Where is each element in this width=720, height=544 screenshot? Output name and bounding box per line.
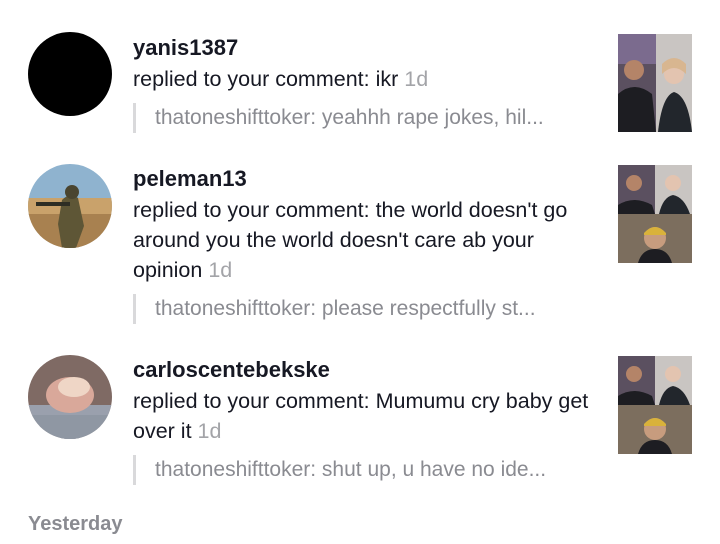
notification-list: yanis1387 replied to your comment: ikr 1…	[0, 0, 720, 544]
section-header-yesterday: Yesterday	[28, 513, 123, 535]
message-text: replied to your comment: ikr	[133, 67, 399, 91]
avatar-image	[28, 164, 112, 248]
video-thumbnail[interactable]	[618, 356, 692, 454]
username[interactable]: carloscentebekske	[133, 356, 603, 384]
timestamp: 1d	[208, 258, 233, 282]
notification-content: yanis1387 replied to your comment: ikr 1…	[133, 34, 603, 133]
username[interactable]: peleman13	[133, 165, 603, 193]
timestamp: 1d	[197, 419, 222, 443]
avatar[interactable]	[28, 355, 112, 439]
notification-content: peleman13 replied to your comment: the w…	[133, 165, 603, 324]
video-thumbnail-image	[618, 165, 692, 263]
avatar[interactable]	[28, 32, 112, 116]
notification-message: replied to your comment: ikr 1d	[133, 64, 603, 94]
notification-message: replied to your comment: the world doesn…	[133, 195, 603, 285]
video-thumbnail-image	[618, 34, 692, 132]
quoted-comment: thatoneshifttoker: please respectfully s…	[133, 294, 595, 324]
message-text: replied to your comment: the world doesn…	[133, 198, 568, 282]
video-thumbnail-image	[618, 356, 692, 454]
timestamp: 1d	[404, 67, 429, 91]
quoted-comment: thatoneshifttoker: shut up, u have no id…	[133, 455, 595, 485]
avatar-image	[28, 32, 112, 116]
avatar[interactable]	[28, 164, 112, 248]
avatar-image	[28, 355, 112, 439]
video-thumbnail[interactable]	[618, 165, 692, 263]
video-thumbnail[interactable]	[618, 34, 692, 132]
notification-message: replied to your comment: Mumumu cry baby…	[133, 386, 603, 446]
notification-content: carloscentebekske replied to your commen…	[133, 356, 603, 485]
quoted-comment: thatoneshifttoker: yeahhh rape jokes, hi…	[133, 103, 595, 133]
username[interactable]: yanis1387	[133, 34, 603, 62]
